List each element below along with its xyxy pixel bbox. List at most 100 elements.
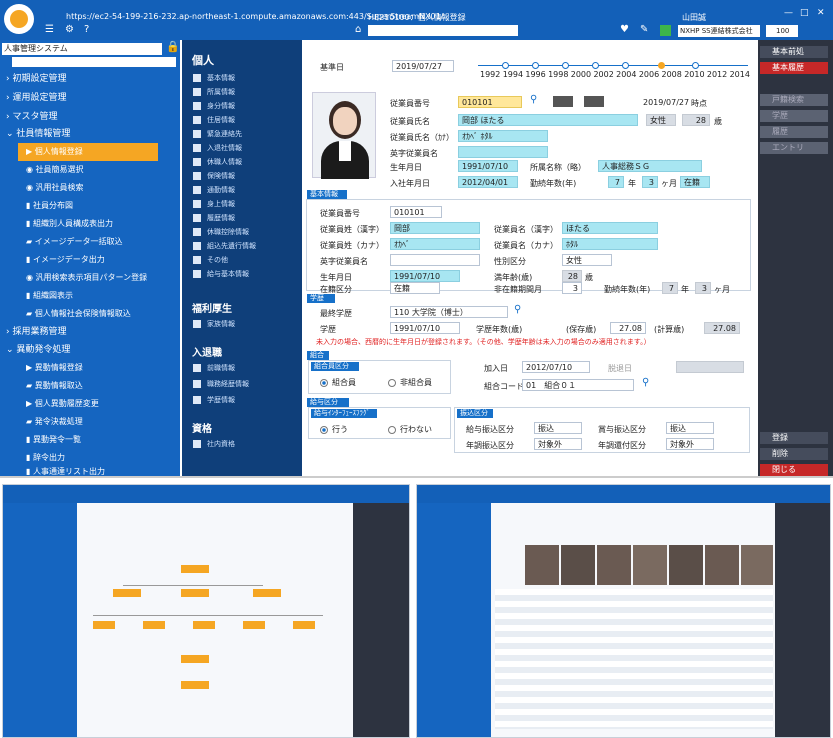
b-mei-kana-input[interactable]: ﾎﾀﾙ: [562, 238, 658, 250]
btn-basic-history[interactable]: 基本履歴: [760, 62, 828, 74]
sidebar-sub-5[interactable]: ▰ イメージデータ一括取込: [0, 233, 178, 251]
close-icon[interactable]: ✕: [817, 8, 825, 18]
status-value: 在籍: [680, 176, 710, 188]
b-tenure-m-unit: ヶ月: [714, 285, 730, 294]
sidebar-search-input[interactable]: [12, 57, 176, 67]
maximize-icon[interactable]: □: [800, 8, 809, 18]
pay-r2-select[interactable]: 振込: [666, 422, 714, 434]
btn-edu[interactable]: 学歴: [760, 110, 828, 122]
btn-entry[interactable]: エントリ: [760, 142, 828, 154]
mid-item-1[interactable]: 所属情報: [193, 86, 291, 98]
sidebar-item-recruit[interactable]: › 採用業務管理: [0, 323, 178, 341]
sidebar-sub-8[interactable]: ▮ 組織図表示: [0, 287, 178, 305]
heart-icon[interactable]: ♥: [620, 24, 629, 35]
menu-icon[interactable]: ☰: [45, 24, 54, 35]
sidebar-sub-1[interactable]: ◉ 社員簡易選択: [0, 161, 178, 179]
btn-close[interactable]: 閉じる: [760, 464, 828, 476]
mid-item-11[interactable]: 休職控除情報: [193, 226, 291, 238]
sidebar-sub-9[interactable]: ▰ 個人情報社会保険情報取込: [0, 305, 178, 323]
pay-r3-select[interactable]: 対象外: [534, 438, 582, 450]
union-opt-member[interactable]: 組合員: [320, 377, 356, 388]
mid-item-edu[interactable]: 学歴情報: [193, 394, 291, 406]
mid-item-6[interactable]: 休職人情報: [193, 156, 291, 168]
sidebar-item-transfer[interactable]: ⌄ 異動発令処理: [0, 341, 178, 359]
b-birth-input[interactable]: 1991/07/10: [390, 270, 460, 282]
mid-item-prev[interactable]: 前職情報: [193, 362, 291, 374]
search-icon[interactable]: ⚲: [530, 94, 537, 105]
union-opt-nonmember[interactable]: 非組合員: [388, 377, 432, 388]
pay-r1-select[interactable]: 振込: [534, 422, 582, 434]
minimize-icon[interactable]: —: [784, 8, 793, 18]
btn-basic-pre[interactable]: 基本前処: [760, 46, 828, 58]
pay-r4-select[interactable]: 対象外: [666, 438, 714, 450]
b-mei-input[interactable]: ほたる: [562, 222, 658, 234]
sidebar-sub-3[interactable]: ▮ 社員分布図: [0, 197, 178, 215]
mid-item-qual[interactable]: 社内資格: [193, 438, 291, 450]
mid-item-7[interactable]: 保険情報: [193, 170, 291, 182]
mid-item-2[interactable]: 身分情報: [193, 100, 291, 112]
btn-family-search[interactable]: 戸籍検索: [760, 94, 828, 106]
mid-item-0[interactable]: 基本情報: [193, 72, 291, 84]
lock-icon[interactable]: 🔒: [166, 40, 180, 53]
company-select[interactable]: NXHP SS連結株式会社: [678, 25, 760, 37]
union-code-input[interactable]: 01 組合０１: [522, 379, 634, 391]
gear-icon[interactable]: ⚙: [65, 24, 74, 35]
sidebar-sub2-0[interactable]: ▶ 異動情報登録: [0, 359, 178, 377]
employee-photo: [312, 92, 376, 179]
edu-grad-age[interactable]: 27.08: [610, 322, 646, 334]
sidebar-sub2-5[interactable]: ▮ 辞令出力: [0, 449, 178, 467]
mid-item-9[interactable]: 身上情報: [193, 198, 291, 210]
sidebar-sub2-6[interactable]: ▮ 人事通達リスト出力: [0, 467, 178, 476]
sidebar-sub-personal[interactable]: ▶ 個人情報登録: [18, 143, 158, 161]
edu-search-icon[interactable]: ⚲: [514, 304, 521, 315]
sidebar-sub-6[interactable]: ▮ イメージデータ出力: [0, 251, 178, 269]
union-search-icon[interactable]: ⚲: [642, 377, 649, 388]
b-en-input[interactable]: [390, 254, 480, 266]
mid-item-family[interactable]: 家族情報: [193, 318, 291, 330]
btn-register[interactable]: 登録: [760, 432, 828, 444]
sidebar-item-ops[interactable]: › 運用設定管理: [0, 89, 178, 107]
sidebar-item-employee[interactable]: ⌄ 社員情報管理: [0, 125, 178, 143]
btn-delete[interactable]: 削除: [760, 448, 828, 460]
mid-item-career[interactable]: 職務経歴情報: [193, 378, 291, 390]
btn-history[interactable]: 履歴: [760, 126, 828, 138]
b-sei-kana-input[interactable]: ｵｶﾍﾞ: [390, 238, 480, 250]
next-button[interactable]: [584, 96, 604, 107]
help-icon[interactable]: ?: [84, 24, 89, 35]
sidebar-sub2-4[interactable]: ▮ 異動発令一覧: [0, 431, 178, 449]
union-join-date[interactable]: 2012/07/10: [522, 361, 590, 373]
mid-item-13[interactable]: その他: [193, 254, 291, 266]
tag-icon[interactable]: ✎: [640, 24, 648, 35]
mid-item-10[interactable]: 履歴情報: [193, 212, 291, 224]
mid-item-8[interactable]: 通勤情報: [193, 184, 291, 196]
pay-opt-yes[interactable]: 行う: [320, 424, 348, 435]
base-date-input[interactable]: 2019/07/27: [392, 60, 454, 72]
b-sei-input[interactable]: 岡部: [390, 222, 480, 234]
b-hire-value[interactable]: 3: [562, 282, 582, 294]
command-input[interactable]: [368, 25, 518, 36]
b-gender-select[interactable]: 女性: [562, 254, 612, 266]
mid-item-5[interactable]: 入退社情報: [193, 142, 291, 154]
sidebar-sub2-1[interactable]: ▰ 異動情報取込: [0, 377, 178, 395]
home-icon[interactable]: ⌂: [355, 24, 361, 35]
edu-top-input[interactable]: 110 大学院（博士）: [390, 306, 508, 318]
sidebar-sub-7[interactable]: ◉ 汎用検索表示項目パターン登録: [0, 269, 178, 287]
sidebar-sub2-3[interactable]: ▰ 発令決裁処理: [0, 413, 178, 431]
zoom-select[interactable]: 100: [766, 25, 798, 37]
emp-no-input[interactable]: 010101: [458, 96, 522, 108]
sidebar-sub-4[interactable]: ▮ 組織別人員構成表出力: [0, 215, 178, 233]
mid-item-14[interactable]: 給与基本情報: [193, 268, 291, 280]
b-emp-no-input[interactable]: 010101: [390, 206, 442, 218]
mid-item-12[interactable]: 組込先遺行情報: [193, 240, 291, 252]
mid-item-3[interactable]: 住居情報: [193, 114, 291, 126]
sidebar-sub2-2[interactable]: ▶ 個人異動履歴変更: [0, 395, 178, 413]
edu-grad-date[interactable]: 1991/07/10: [390, 322, 460, 334]
sidebar-item-init[interactable]: › 初期設定管理: [0, 70, 178, 88]
sidebar-sub-2[interactable]: ◉ 汎用社員検索: [0, 179, 178, 197]
sidebar-item-master[interactable]: › マスタ管理: [0, 108, 178, 126]
mid-item-4[interactable]: 緊急連絡先: [193, 128, 291, 140]
b-status-select[interactable]: 在籍: [390, 282, 440, 294]
system-select[interactable]: 人事管理システム: [2, 43, 162, 55]
prev-button[interactable]: [553, 96, 573, 107]
pay-opt-no[interactable]: 行わない: [388, 424, 432, 435]
